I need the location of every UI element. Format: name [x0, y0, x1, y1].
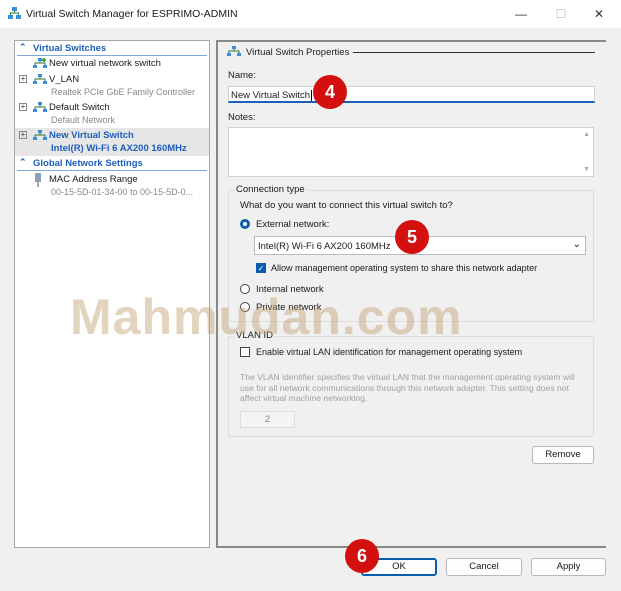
- section-title: Virtual Switches: [33, 43, 107, 54]
- mac-address-value: 00-15-5D-01-34-00 to 00-15-5D-0...: [51, 187, 194, 197]
- network-switch-icon: [33, 102, 47, 112]
- mac-address-range[interactable]: MAC Address Range: [49, 174, 138, 185]
- step-badge-6: 6: [345, 539, 379, 573]
- network-adapter-icon: [35, 173, 41, 187]
- close-button[interactable]: ✕: [584, 4, 614, 24]
- name-input[interactable]: New Virtual Switch: [228, 86, 595, 103]
- name-value: New Virtual Switch: [231, 90, 311, 101]
- external-network-label: External network:: [256, 219, 330, 230]
- switch-name[interactable]: V_LAN: [49, 74, 79, 85]
- switch-adapter: Realtek PCIe GbE Family Controller: [51, 87, 196, 97]
- expand-icon[interactable]: +: [19, 103, 27, 111]
- switch-adapter: Intel(R) Wi-Fi 6 AX200 160MHz: [51, 143, 187, 154]
- vlan-enable-label: Enable virtual LAN identification for ma…: [256, 347, 523, 357]
- chevron-down-icon: ⌄: [572, 239, 581, 250]
- title-bar: Virtual Switch Manager for ESPRIMO-ADMIN…: [0, 0, 621, 28]
- section-global-network-settings[interactable]: ⌃ Global Network Settings: [17, 157, 207, 171]
- network-switch-icon: [8, 7, 21, 19]
- expand-icon[interactable]: +: [19, 75, 27, 83]
- expand-icon[interactable]: +: [19, 131, 27, 139]
- minimize-button[interactable]: —: [506, 4, 536, 24]
- maximize-button[interactable]: ☐: [546, 4, 576, 24]
- connection-question: What do you want to connect this virtual…: [240, 200, 453, 211]
- apply-button[interactable]: Apply: [531, 558, 606, 576]
- network-switch-icon: [227, 46, 241, 56]
- remove-button[interactable]: Remove: [532, 446, 594, 464]
- connection-type-label: Connection type: [234, 184, 307, 195]
- network-switch-icon: [33, 130, 47, 140]
- vlan-id-input[interactable]: 2: [240, 411, 295, 428]
- vlan-enable-checkbox[interactable]: [240, 347, 250, 357]
- notes-textarea[interactable]: ▲ ▼: [228, 127, 594, 177]
- step-badge-4: 4: [313, 75, 347, 109]
- section-virtual-switches[interactable]: ⌃ Virtual Switches: [17, 42, 207, 56]
- adapter-value: Intel(R) Wi-Fi 6 AX200 160MHz: [258, 241, 391, 252]
- network-switch-icon: [33, 74, 47, 84]
- collapse-icon: ⌃: [19, 42, 27, 52]
- switch-adapter: Default Network: [51, 115, 116, 125]
- step-badge-5: 5: [395, 220, 429, 254]
- new-virtual-network-switch[interactable]: New virtual network switch: [49, 58, 161, 69]
- allow-management-label: Allow management operating system to sha…: [271, 263, 538, 273]
- name-label: Name:: [228, 70, 256, 81]
- scroll-down-icon[interactable]: ▼: [583, 166, 590, 173]
- allow-management-checkbox[interactable]: ✓: [256, 263, 266, 273]
- window-title: Virtual Switch Manager for ESPRIMO-ADMIN: [26, 8, 238, 20]
- vlan-description: The VLAN identifier specifies the virtua…: [240, 372, 575, 403]
- cancel-button[interactable]: Cancel: [446, 558, 522, 576]
- switch-name[interactable]: New Virtual Switch: [49, 130, 134, 141]
- section-title: Global Network Settings: [33, 158, 143, 169]
- scroll-up-icon[interactable]: ▲: [583, 131, 590, 138]
- external-network-radio[interactable]: [240, 219, 250, 229]
- watermark: Mahmudan.com: [70, 289, 463, 345]
- collapse-icon: ⌃: [19, 157, 27, 167]
- new-switch-icon: [33, 58, 47, 68]
- properties-header: Virtual Switch Properties: [246, 47, 350, 58]
- switch-name[interactable]: Default Switch: [49, 102, 110, 113]
- header-divider: [353, 52, 595, 53]
- notes-label: Notes:: [228, 112, 256, 123]
